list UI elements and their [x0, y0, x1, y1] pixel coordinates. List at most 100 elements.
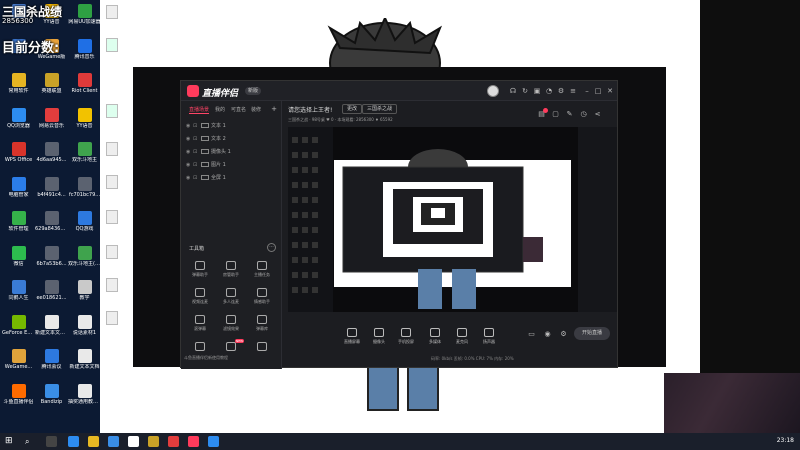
tab-names[interactable]: 可直名: [231, 106, 246, 113]
desktop-icon[interactable]: ee018621...: [35, 278, 68, 312]
maximize-icon[interactable]: □: [594, 87, 602, 95]
bottom-tool[interactable]: 扬声器: [478, 328, 500, 345]
desktop-icon[interactable]: 电脑管家: [2, 175, 35, 209]
eye-icon[interactable]: ◉: [186, 160, 193, 170]
bottom-tool[interactable]: 直播屏幕: [341, 328, 363, 345]
desktop-icon[interactable]: 英雄联盟: [35, 71, 68, 105]
clock[interactable]: 23:18: [777, 437, 794, 444]
desktop-icon[interactable]: 抽奖通用教学1: [68, 382, 100, 416]
source-item[interactable]: ◉ ⊡ 摄像头 1: [186, 147, 276, 157]
gear-icon[interactable]: ⚙: [559, 330, 568, 339]
taskbar-app-2[interactable]: [108, 436, 119, 447]
gift-icon[interactable]: ▣: [533, 87, 541, 95]
toolbox-item[interactable]: [185, 342, 215, 366]
source-item[interactable]: ◉ ⊡ 文本 1: [186, 121, 276, 131]
minimize-icon[interactable]: –: [583, 87, 591, 95]
toolbox-item[interactable]: 房管助手: [216, 261, 246, 285]
toolbox-item[interactable]: 滤镜效果: [216, 315, 246, 339]
file-icon[interactable]: [106, 5, 118, 19]
bell-icon[interactable]: ◷: [579, 110, 588, 119]
desktop-icon[interactable]: QQ浏览器: [2, 106, 35, 140]
desktop-icon[interactable]: 629a84366...: [35, 209, 68, 243]
file-icon[interactable]: [106, 142, 118, 156]
desktop-icon[interactable]: Bandizip: [35, 382, 68, 416]
toolbox-item[interactable]: 弹幕助手: [185, 261, 215, 285]
toolbox-item[interactable]: [216, 342, 246, 366]
file-icon[interactable]: [106, 278, 118, 292]
tab-scenes[interactable]: 直播场景: [189, 106, 210, 114]
taskbar-app-folder[interactable]: [88, 436, 99, 447]
tutorial-link[interactable]: 斗鱼直播伴侣新使用教程: [184, 355, 228, 361]
toolbox-item[interactable]: 视频连麦: [185, 288, 215, 312]
desktop-icon[interactable]: 6b7a53b6...: [35, 244, 68, 278]
lock-icon[interactable]: ⊡: [193, 134, 201, 144]
desktop-icon[interactable]: WPS Office: [2, 140, 35, 174]
menu-icon[interactable]: ≡: [569, 87, 577, 95]
desktop-icon[interactable]: 双乐斗地主(腾讯电脑版): [68, 244, 100, 278]
taskbar-app-3[interactable]: [128, 436, 139, 447]
windows-start-icon[interactable]: ⊞: [5, 436, 16, 447]
share-icon[interactable]: ⋖: [593, 110, 602, 119]
tab-mine[interactable]: 我的: [215, 106, 225, 113]
file-icon[interactable]: [106, 245, 118, 259]
task-view-icon[interactable]: [46, 436, 57, 447]
change-title-button[interactable]: 更改: [342, 104, 363, 114]
taskbar-app-4[interactable]: [148, 436, 159, 447]
desktop-icon[interactable]: 教学: [68, 278, 100, 312]
category-chip[interactable]: 三国杀之战: [362, 104, 398, 114]
desktop-icon[interactable]: 新建文本文档: [68, 347, 100, 381]
desktop-icon[interactable]: 说话素材1: [68, 313, 100, 347]
desktop-icon[interactable]: Riot Client: [68, 71, 100, 105]
desktop-icon[interactable]: b4f491c4...: [35, 175, 68, 209]
add-scene-icon[interactable]: +: [270, 105, 278, 113]
taskbar-app-live[interactable]: [188, 436, 199, 447]
desktop-icon[interactable]: 新建文本文档(2): [35, 313, 68, 347]
headset-icon[interactable]: ☊: [509, 87, 517, 95]
source-item[interactable]: ◉ ⊡ 图片 1: [186, 160, 276, 170]
edit-icon[interactable]: ✎: [565, 110, 574, 119]
taskbar-app-6[interactable]: [208, 436, 219, 447]
desktop-icon[interactable]: 网易云音乐: [35, 106, 68, 140]
desktop-icon[interactable]: QQ游戏: [68, 209, 100, 243]
desktop-icon[interactable]: 腾讯会议: [35, 347, 68, 381]
live-preview[interactable]: [288, 127, 578, 312]
file-icon[interactable]: [106, 104, 118, 118]
desktop-icon[interactable]: 同鹅人生: [2, 278, 35, 312]
desktop-icon[interactable]: WeGame...: [2, 347, 35, 381]
bottom-tool[interactable]: 摄像头: [368, 328, 390, 345]
eye-icon[interactable]: ◉: [186, 134, 193, 144]
desktop-icon[interactable]: 4d6aa945...: [35, 140, 68, 174]
version-badge[interactable]: 新版: [245, 87, 262, 95]
lock-icon[interactable]: ⊡: [193, 173, 201, 183]
bottom-tool[interactable]: 麦克风: [451, 328, 473, 345]
share-screen-icon[interactable]: ▢: [551, 110, 560, 119]
toolbox-item[interactable]: [247, 342, 277, 366]
source-item[interactable]: ◉ ⊡ 文本 2: [186, 134, 276, 144]
file-icon[interactable]: [106, 38, 118, 52]
user-avatar[interactable]: [487, 85, 499, 97]
bottom-tool[interactable]: 多媒体: [424, 328, 446, 345]
eye-icon[interactable]: ◉: [186, 173, 193, 183]
bottom-tool[interactable]: 手机投屏: [395, 328, 417, 345]
file-icon[interactable]: [106, 311, 118, 325]
lock-icon[interactable]: ⊡: [193, 147, 201, 157]
search-icon[interactable]: ⌕: [25, 436, 36, 447]
eye-icon[interactable]: ◉: [186, 147, 193, 157]
file-icon[interactable]: [106, 175, 118, 189]
stream-title[interactable]: 请您选择上王者!: [288, 105, 332, 114]
eye-icon[interactable]: ◉: [186, 121, 193, 131]
lock-icon[interactable]: ⊡: [193, 160, 201, 170]
refresh-icon[interactable]: ↻: [521, 87, 529, 95]
close-icon[interactable]: ✕: [606, 87, 614, 95]
settings-icon[interactable]: ⚙: [557, 87, 565, 95]
notification-icon[interactable]: ◔: [545, 87, 553, 95]
desktop-icon[interactable]: GeForce Experience: [2, 313, 35, 347]
taskbar-app-browser[interactable]: [68, 436, 79, 447]
desktop-icon[interactable]: 网易UU加速器: [68, 2, 100, 36]
toolbox-item[interactable]: 滚弹幕: [185, 315, 215, 339]
toolbox-item[interactable]: 主播任务: [247, 261, 277, 285]
source-item[interactable]: ◉ ⊡ 全屏 1: [186, 173, 276, 183]
start-live-button[interactable]: 开始直播: [574, 327, 610, 340]
toolbox-item[interactable]: 弹幕库: [247, 315, 277, 339]
desktop-icon[interactable]: 微信: [2, 244, 35, 278]
